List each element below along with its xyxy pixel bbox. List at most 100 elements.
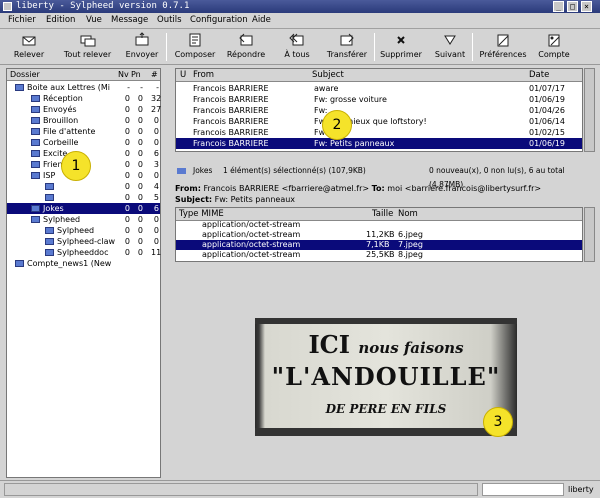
folder-row[interactable]: Réception 0 0 32 [7, 93, 162, 104]
close-button[interactable]: × [581, 1, 592, 12]
supprimer-button[interactable]: Supprimer [378, 31, 424, 63]
folder-row[interactable]: Brouillon 0 0 0 [7, 115, 160, 126]
maximize-button[interactable]: □ [567, 1, 578, 12]
col-total[interactable]: # [151, 70, 158, 79]
folder-name: Sylpheed [57, 226, 95, 235]
attachment-name: 8.jpeg [398, 250, 423, 259]
col-date[interactable]: Date [529, 70, 549, 80]
col-subject[interactable]: Subject [312, 70, 344, 80]
folder-row[interactable]: Boite aux Lettres (Mi - - - [7, 82, 160, 93]
menu-outils[interactable]: Outils [157, 15, 182, 25]
folder-status-name: Jokes [193, 166, 213, 175]
message-list-scrollbar[interactable] [584, 68, 595, 152]
col-mime-type[interactable]: Type MIME [179, 209, 224, 219]
folder-row[interactable]: Sylpheed 0 0 0 [7, 214, 160, 225]
message-row[interactable]: Francois BARRIERE aware 01/07/17 [176, 83, 582, 94]
folder-icon [31, 216, 40, 223]
attachment-row[interactable]: application/octet-stream 7,1KB 7.jpeg [176, 240, 582, 250]
message-subject: aware [314, 84, 339, 93]
title-bar: liberty - Sylpheed version 0.7.1 _ □ × [0, 0, 600, 13]
message-row[interactable]: Francois BARRIERE Fw: grosse voiture 01/06… [176, 94, 582, 105]
message-date: 01/06/19 [529, 139, 565, 148]
attachment-size: 11,2KB [366, 230, 395, 239]
composer-button[interactable]: Composer [172, 31, 218, 63]
message-row[interactable]: Francois BARRIERE Fw: Petits panneaux 01/0… [176, 138, 582, 149]
preferences-button[interactable]: Préférences [478, 31, 528, 63]
folder-count-n: 0 [124, 149, 130, 158]
folder-icon [31, 150, 40, 157]
relever-button[interactable]: Relever [10, 31, 48, 63]
minimize-button[interactable]: _ [553, 1, 564, 12]
folder-count-t: 6 [153, 149, 159, 158]
folder-icon [31, 106, 40, 113]
col-nv[interactable]: Nv [118, 70, 129, 79]
folder-count-t: 0 [153, 127, 159, 136]
folder-row[interactable]: Envoyés 0 0 27 [7, 104, 161, 115]
menu-vue[interactable]: Vue [86, 15, 102, 25]
folder-name: Sylpheed [43, 215, 81, 224]
compte-button[interactable]: Compte [536, 31, 572, 63]
folder-row[interactable]: Compte_news1 (New [7, 258, 160, 269]
menu-fichier[interactable]: Fichier [8, 15, 36, 25]
attachment-type: application/octet-stream [202, 250, 301, 259]
folder-row[interactable]: Sylpheeddoc 0 0 11 [7, 247, 161, 258]
folder-count-t: 0 [153, 237, 159, 246]
folder-icon [31, 205, 40, 212]
col-pn[interactable]: Pn [131, 70, 141, 79]
message-subject: Fw: Petits panneaux [314, 139, 395, 148]
suivant-button[interactable]: Suivant [432, 31, 468, 63]
folder-count-t: 5 [153, 193, 159, 202]
folder-name: Boite aux Lettres (Mi [27, 83, 110, 92]
status-message-field [4, 483, 478, 496]
folder-count-p: 0 [137, 149, 143, 158]
folder-icon [31, 139, 40, 146]
folder-row[interactable]: Jokes 0 0 6 [7, 203, 160, 214]
menu-message[interactable]: Message [111, 15, 148, 25]
col-name[interactable]: Nom [398, 209, 418, 219]
folder-count-n: 0 [124, 204, 130, 213]
attachment-row[interactable]: application/octet-stream 11,2KB 6.jpeg [176, 230, 582, 240]
folder-count-p: - [140, 83, 143, 92]
message-row[interactable]: Francois BARRIERE Fw: 01/02/15 [176, 127, 582, 138]
attachment-size: 25,5KB [366, 250, 395, 259]
attachment-list: Type MIME Taille Nom application/octet-s… [175, 207, 583, 262]
folder-icon [45, 238, 54, 245]
a-tous-button[interactable]: À tous [278, 31, 316, 63]
message-row[interactable]: Francois BARRIERE Fw: 01/04/26 [176, 105, 582, 116]
folder-row[interactable]: Sylpheed 0 0 0 [7, 225, 160, 236]
folder-icon [15, 260, 24, 267]
from-value: Francois BARRIERE <fbarriere@atmel.fr> [203, 184, 370, 193]
folder-count-n: 0 [124, 237, 130, 246]
message-row[interactable]: Francois BARRIERE Fw: ore mieux que lofts… [176, 116, 582, 127]
folder-row[interactable]: 00 4 [7, 181, 160, 192]
col-size[interactable]: Taille [372, 209, 393, 219]
repondre-button[interactable]: Répondre [224, 31, 268, 63]
transferer-button[interactable]: Transférer [324, 31, 370, 63]
menu-aide[interactable]: Aide [252, 15, 271, 25]
message-date: 01/06/14 [529, 117, 565, 126]
folder-count-p: 0 [137, 94, 143, 103]
folder-row[interactable]: 00 5 [7, 192, 160, 203]
folder-row[interactable]: File d'attente 0 0 0 [7, 126, 160, 137]
sign-text-andouille: "L'ANDOUILLE" [271, 362, 501, 391]
envoyer-button[interactable]: Envoyer [122, 31, 162, 63]
col-dossier[interactable]: Dossier [10, 70, 40, 79]
message-from: Francois BARRIERE [193, 106, 269, 115]
attachment-row[interactable]: application/octet-stream [176, 220, 582, 230]
account-icon [548, 34, 560, 47]
menu-configuration[interactable]: Configuration [190, 15, 248, 25]
folder-count-p: 0 [137, 237, 143, 246]
attachment-list-scrollbar[interactable] [584, 207, 595, 262]
sign-text-pere-en-fils: DE PERE EN FILS [325, 402, 447, 416]
sign-photo: ICI nous faisons "L'ANDOUILLE" DE PERE E… [255, 318, 517, 436]
attachment-row[interactable]: application/octet-stream 25,5KB 8.jpeg [176, 250, 582, 260]
folder-row[interactable]: Corbeille 0 0 0 [7, 137, 160, 148]
col-from[interactable]: From [193, 70, 214, 80]
col-unread[interactable]: U [180, 70, 186, 80]
menu-edition[interactable]: Edition [46, 15, 75, 25]
folder-name: Réception [43, 94, 83, 103]
tout-relever-button[interactable]: Tout relever [60, 31, 115, 63]
pane-splitter[interactable] [163, 68, 171, 478]
folder-count-t: 32 [151, 94, 162, 103]
folder-row[interactable]: Sylpheed-claw 0 0 0 [7, 236, 160, 247]
